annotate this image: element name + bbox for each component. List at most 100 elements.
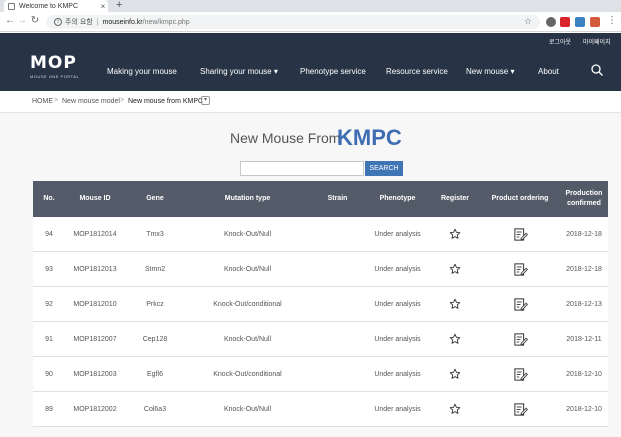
breadcrumb-separator: > (54, 97, 59, 104)
cell-strain (310, 392, 365, 426)
cell-no: 90 (45, 370, 53, 378)
forward-icon[interactable]: → (16, 15, 28, 26)
logout-link[interactable]: 로그아웃 (549, 37, 571, 46)
register-star-icon[interactable] (430, 252, 480, 286)
table-row[interactable]: 89 MOP1812002 Col6a3 Knock-Out/Null Under an… (33, 392, 608, 427)
extension-icon[interactable] (575, 17, 585, 27)
search-icon[interactable] (591, 64, 603, 76)
cell-production-date: 2018-12-10 (566, 370, 602, 378)
table-row[interactable]: 94 MOP1812014 Tmx3 Knock-Out/Null Under anal… (33, 217, 608, 252)
product-order-icon[interactable] (480, 392, 560, 426)
cell-mutation-type: Knock-Out/Null (223, 405, 272, 413)
cell-production-date: 2018-12-18 (566, 230, 602, 238)
address-bar[interactable]: i 주의 요함 | mouseinfo.kr /new/kmpc.php ☆ (46, 15, 540, 29)
cell-gene: Stmn2 (144, 265, 166, 273)
register-star-icon[interactable] (430, 217, 480, 251)
extension-icon[interactable] (546, 17, 556, 27)
back-icon[interactable]: ← (4, 15, 16, 26)
breadcrumb-home[interactable]: HOME (32, 98, 53, 105)
menu-about[interactable]: About (538, 67, 559, 76)
breadcrumb: HOME > New mouse model > New mouse from … (0, 91, 621, 113)
table-row[interactable]: 92 MOP1812010 Prkcz Knock-Out/conditional Un… (33, 287, 608, 322)
cell-gene: Tmx3 (146, 230, 164, 238)
cell-production-date: 2018-12-18 (566, 265, 602, 273)
search-input[interactable] (240, 161, 364, 176)
chevron-down-icon[interactable]: ▾ (201, 96, 210, 105)
cell-no: 92 (45, 300, 53, 308)
cell-mutation-type: Knock-Out/conditional (213, 370, 282, 378)
tab-close-icon[interactable]: × (98, 2, 108, 11)
cell-gene: Prkcz (146, 300, 164, 308)
product-order-icon[interactable] (480, 322, 560, 356)
cell-mouse-id: MOP1812014 (73, 230, 117, 238)
cell-mouse-id: MOP1812010 (73, 300, 117, 308)
browser-tab[interactable]: Welcome to KMPC × (4, 0, 108, 12)
menu-new-mouse[interactable]: New mouse ▾ (466, 67, 514, 76)
new-tab-button[interactable]: + (116, 0, 122, 11)
breadcrumb-separator: > (120, 97, 125, 104)
logo-subtext: MOUSE ONE PORTAL (30, 74, 80, 79)
cell-phenotype: Under analysis (374, 265, 421, 273)
menu-making-your-mouse[interactable]: Making your mouse (107, 67, 177, 76)
url-host: mouseinfo.kr (102, 18, 143, 26)
cell-no: 91 (45, 335, 53, 343)
product-order-icon[interactable] (480, 287, 560, 321)
register-star-icon[interactable] (430, 357, 480, 391)
cell-mouse-id: MOP1812002 (73, 405, 117, 413)
menu-icon[interactable]: ⋮ (606, 15, 618, 26)
mypage-link[interactable]: 마이페이지 (583, 37, 611, 46)
cell-phenotype: Under analysis (374, 230, 421, 238)
breadcrumb-new-mouse-model[interactable]: New mouse model (62, 98, 120, 105)
register-star-icon[interactable] (430, 322, 480, 356)
register-star-icon[interactable] (430, 392, 480, 426)
table-row[interactable]: 91 MOP1812007 Cep128 Knock-Out/Null Under an… (33, 322, 608, 357)
reload-icon[interactable]: ↻ (29, 15, 41, 26)
cell-strain (310, 217, 365, 251)
info-icon[interactable]: i (54, 18, 62, 26)
column-header-register: Register (440, 195, 469, 202)
cell-mutation-type: Knock-Out/Null (223, 230, 272, 238)
cell-production-date: 2018-12-11 (566, 335, 602, 343)
column-header-mouse-id: Mouse ID (79, 195, 111, 202)
cell-phenotype: Under analysis (374, 335, 421, 343)
menu-resource-service[interactable]: Resource service (386, 67, 448, 76)
cell-strain (310, 252, 365, 286)
address-separator: | (96, 18, 99, 26)
bookmark-star-icon[interactable]: ☆ (524, 16, 532, 27)
logo-text: MOP (30, 53, 77, 73)
column-header-product-ordering: Product ordering (491, 195, 549, 202)
cell-strain (310, 322, 365, 356)
main-content: New Mouse From KMPC SEARCH No. Mouse ID … (0, 113, 621, 437)
cell-strain (310, 287, 365, 321)
cell-production-date: 2018-12-13 (566, 300, 602, 308)
menu-sharing-your-mouse[interactable]: Sharing your mouse ▾ (200, 67, 278, 76)
menu-phenotype-service[interactable]: Phenotype service (300, 67, 366, 76)
tab-title: Welcome to KMPC (19, 2, 78, 10)
register-star-icon[interactable] (430, 287, 480, 321)
kmpc-logo-text: KMPC (337, 125, 402, 148)
cell-mutation-type: Knock-Out/conditional (213, 300, 282, 308)
extension-icon[interactable] (590, 17, 600, 27)
search-button[interactable]: SEARCH (365, 161, 403, 176)
cell-mutation-type: Knock-Out/Null (223, 335, 272, 343)
browser-toolbar: ← → ↻ i 주의 요함 | mouseinfo.kr /new/kmpc.p… (0, 12, 621, 32)
column-header-mutation-type: Mutation type (224, 195, 271, 202)
cell-gene: Egfl6 (147, 370, 163, 378)
breadcrumb-current: New mouse from KMPC (128, 98, 204, 105)
product-order-icon[interactable] (480, 217, 560, 251)
cell-production-date: 2018-12-10 (566, 405, 602, 413)
page-title: New Mouse From (230, 130, 341, 146)
product-order-icon[interactable] (480, 357, 560, 391)
browser-tab-strip: Welcome to KMPC × + (0, 0, 621, 12)
acrobat-icon[interactable] (560, 17, 570, 27)
table-row[interactable]: 93 MOP1812013 Stmn2 Knock-Out/Null Under ana… (33, 252, 608, 287)
site-logo[interactable]: MOP MOUSE ONE PORTAL (30, 53, 90, 83)
page-icon (8, 2, 15, 10)
cell-mutation-type: Knock-Out/Null (223, 265, 272, 273)
product-order-icon[interactable] (480, 252, 560, 286)
cell-gene: Cep128 (142, 335, 168, 343)
table-row[interactable]: 90 MOP1812003 Egfl6 Knock-Out/conditional Un… (33, 357, 608, 392)
cell-no: 93 (45, 265, 53, 273)
cell-mouse-id: MOP1812003 (73, 370, 117, 378)
cell-mouse-id: MOP1812007 (73, 335, 117, 343)
